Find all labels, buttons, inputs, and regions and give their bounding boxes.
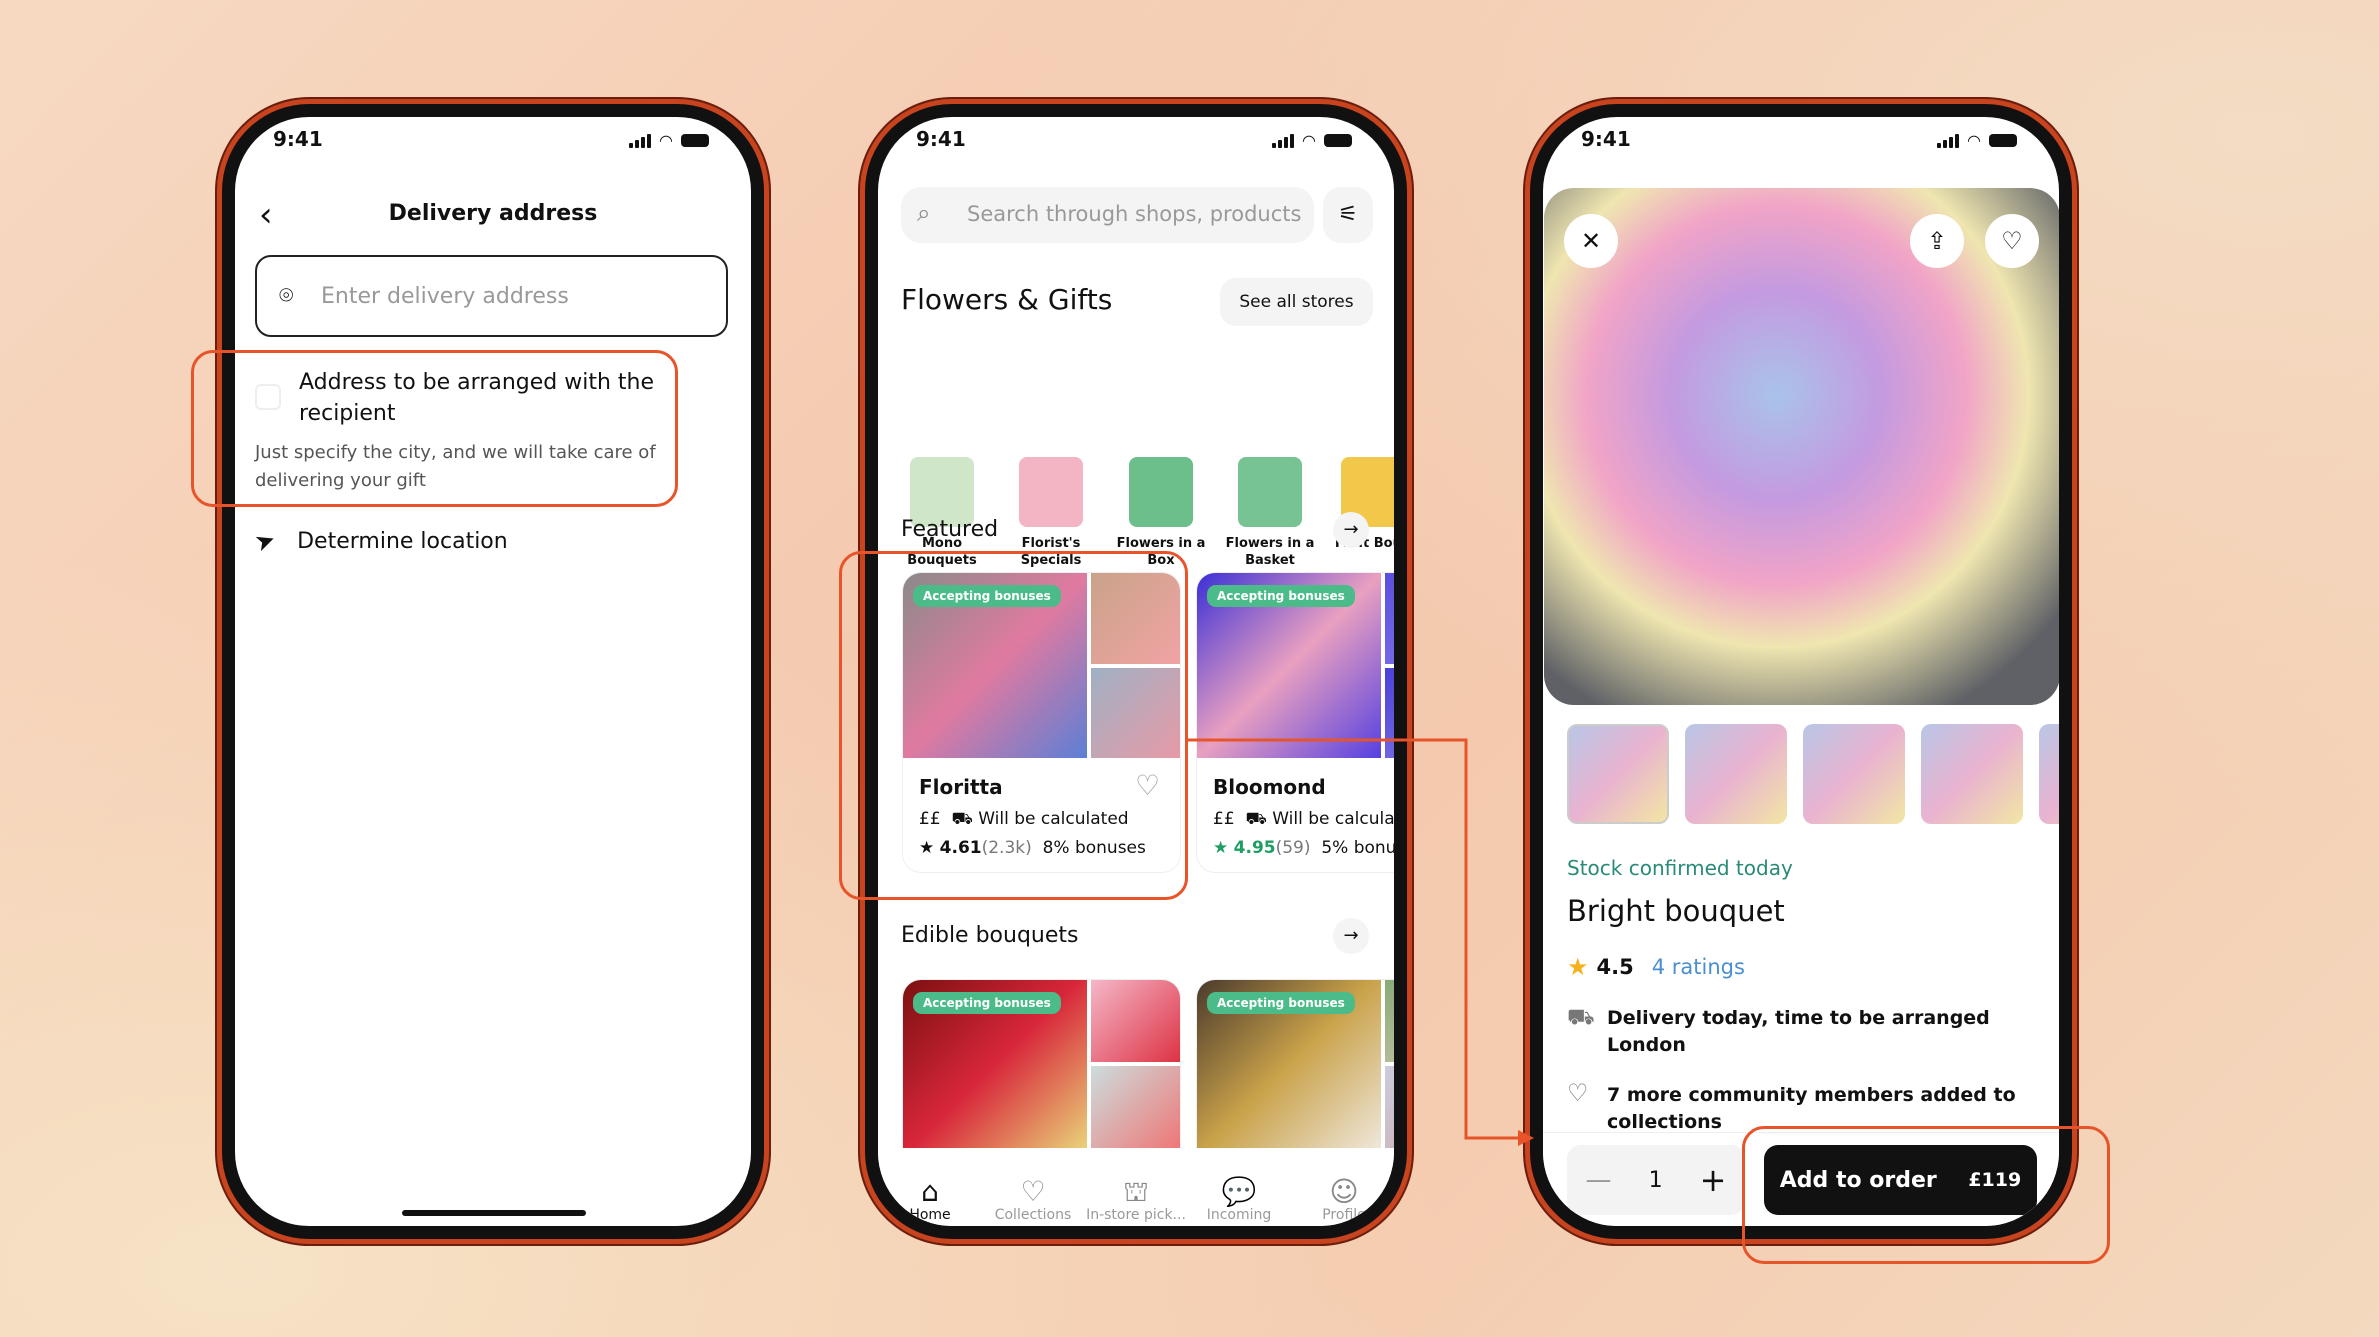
connector-arrow: [1188, 738, 1534, 1146]
